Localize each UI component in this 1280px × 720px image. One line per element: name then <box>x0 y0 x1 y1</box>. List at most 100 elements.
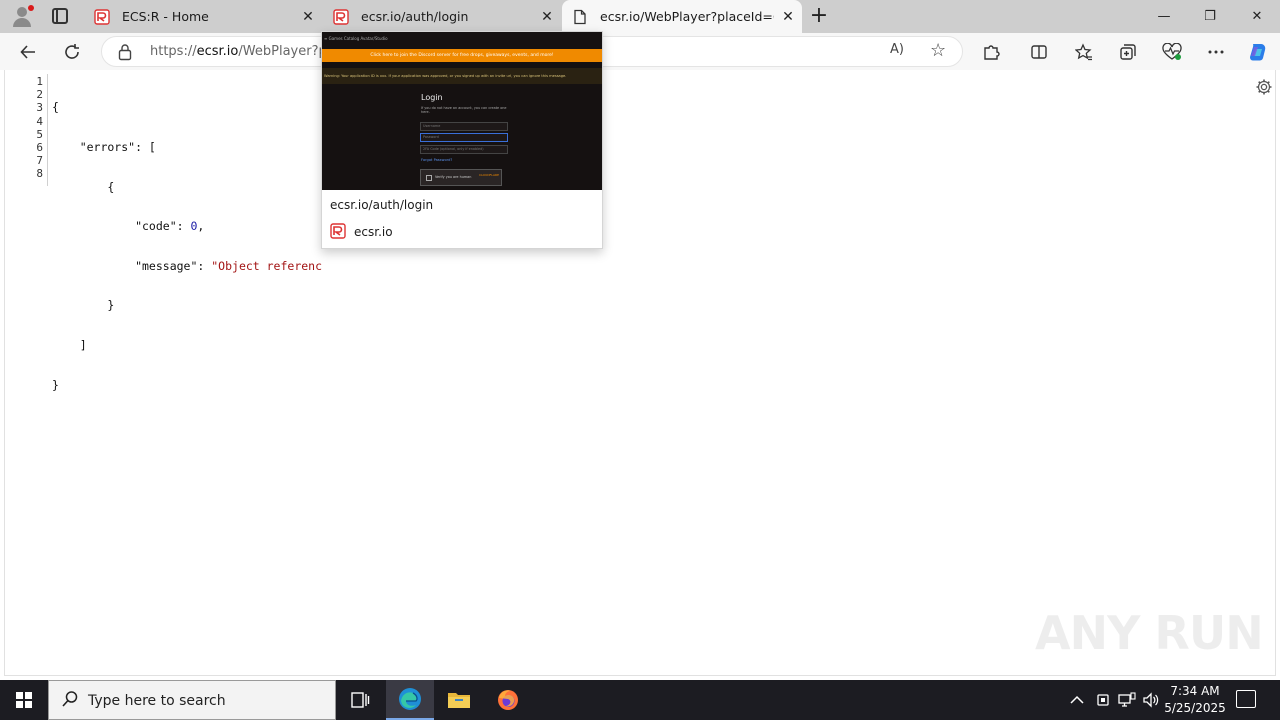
tab-hover-preview[interactable]: ≡ Games Catalog Avatar/Studio Click here… <box>321 31 603 249</box>
code-line: "code": 0, <box>52 219 205 234</box>
tray-volume-button[interactable] <box>1142 680 1160 720</box>
heartbeat-shield-icon <box>1162 43 1182 60</box>
gutter-divider <box>47 74 48 186</box>
folder-icon <box>448 693 470 708</box>
thumb-captcha-checkbox <box>426 175 432 181</box>
notification-center-icon[interactable] <box>1236 690 1256 708</box>
preview-title: ecsr.io/auth/login <box>330 198 434 212</box>
puzzle-extension-icon <box>984 45 1000 60</box>
device-icon <box>1097 694 1109 706</box>
edge-browser-icon <box>399 688 421 710</box>
code-line: } <box>52 377 59 392</box>
line-number: 6 <box>36 141 43 155</box>
thumb-login-title: Login <box>421 93 443 102</box>
page-document-icon <box>574 9 586 24</box>
split-screen-icon <box>1031 45 1047 59</box>
line-number: 3 <box>36 101 43 115</box>
refresh-icon <box>65 44 79 59</box>
task-view-button[interactable] <box>336 680 384 720</box>
ecsr-favicon-icon <box>94 8 110 25</box>
copilot-icon <box>1250 44 1266 61</box>
search-icon <box>62 691 78 707</box>
window-minimize-button[interactable]: — <box>1141 0 1187 33</box>
windows-taskbar: Type here to search 7:34 AM 5/25/2025 <box>0 680 1280 720</box>
volume-icon <box>1143 692 1159 708</box>
task-view-icon <box>351 692 370 708</box>
message-value: "Object referenc <box>211 258 323 273</box>
thumb-2fa-field: 2FA Code (optional, only if enabled) <box>420 145 508 154</box>
page-content: 1 2 3 4 5 6 7 8 { "errors": [ { "code": … <box>4 70 1276 676</box>
extensions-button[interactable] <box>977 38 1005 66</box>
tab-close-icon[interactable]: ✕ <box>294 3 322 31</box>
tray-network-button[interactable] <box>1118 680 1136 720</box>
chevron-up-icon <box>1070 695 1084 704</box>
profile-avatar-icon[interactable] <box>10 5 34 27</box>
start-button[interactable] <box>0 680 48 720</box>
collections-icon <box>1120 44 1136 60</box>
preview-domain: ecsr.io <box>354 225 393 239</box>
network-icon <box>1118 692 1136 707</box>
tab-strip: ECS:R - Home ✕ ecsr.io/auth/login ✕ ecsr… <box>0 0 1280 33</box>
taskbar-edge-button[interactable] <box>386 680 434 720</box>
lock-icon[interactable] <box>118 43 132 61</box>
line-number: 7 <box>36 154 43 168</box>
back-arrow-icon <box>20 45 35 59</box>
tab-close-icon[interactable]: ✕ <box>533 3 561 31</box>
show-hidden-icons-button[interactable] <box>1070 680 1084 720</box>
notification-dot-icon <box>28 5 34 11</box>
clock-date: 5/25/2025 <box>1164 701 1226 715</box>
taskbar-file-explorer-button[interactable] <box>435 680 483 720</box>
back-button[interactable] <box>14 38 42 66</box>
favorite-star-icon[interactable]: ☆ <box>930 40 946 61</box>
browser-essentials-button[interactable] <box>1158 38 1186 66</box>
tray-device-button[interactable] <box>1095 680 1111 720</box>
thumb-warning: Warning: Your application ID is xxx. If … <box>322 68 602 84</box>
thumb-nav: ≡ Games Catalog Avatar/Studio <box>324 36 388 41</box>
taskbar-search-box[interactable]: Type here to search <box>48 680 336 720</box>
collections-button[interactable] <box>1114 38 1142 66</box>
read-aloud-icon[interactable]: A) <box>890 42 904 57</box>
thumb-forgot-password: Forgot Password? <box>421 158 453 162</box>
tab-label: ecsr.io/auth/login <box>361 9 469 24</box>
window-close-button[interactable]: ✕ <box>1234 0 1280 33</box>
tab-ecsr-home[interactable]: ECS:R - Home ✕ <box>84 0 322 33</box>
thumb-captcha-label: Verify you are human <box>435 175 472 179</box>
line-number-gutter: 1 2 3 4 5 6 7 8 <box>5 75 43 181</box>
thumb-password-field: Password <box>420 133 508 142</box>
code-line: "message": "Object referenc <box>52 258 323 273</box>
more-dots-icon <box>1208 50 1224 54</box>
ecsr-favicon-icon <box>333 8 349 25</box>
line-number: 2 <box>36 88 43 102</box>
code-line: { <box>52 100 59 115</box>
code-line: "errors": [ <box>52 140 156 155</box>
taskbar-firefox-button[interactable] <box>484 680 532 720</box>
refresh-button[interactable] <box>58 38 86 66</box>
anyrun-watermark: ANY RUN <box>1035 606 1264 660</box>
favorites-button[interactable] <box>1070 38 1098 66</box>
ecsr-favicon-icon <box>330 223 346 239</box>
clock-time: 7:34 AM <box>1170 684 1220 698</box>
thumb-captcha: Verify you are human CLOUDFLARE <box>420 169 502 186</box>
browser-toolbar: https://ecsr.io/WebPlayer?pla A) ☆ <box>0 33 1280 70</box>
thumb-cloudflare-logo: CLOUDFLARE <box>479 173 500 177</box>
window-restore-button[interactable]: ❐ <box>1187 0 1233 33</box>
address-url[interactable]: https://ecsr.io/WebPlayer?pla <box>150 44 338 59</box>
code-line: { <box>52 179 115 194</box>
firefox-icon <box>498 690 518 710</box>
settings-more-button[interactable] <box>1202 38 1230 66</box>
tab-ecsr-login[interactable]: ecsr.io/auth/login ✕ <box>323 0 561 33</box>
copilot-button[interactable] <box>1244 38 1272 66</box>
line-number: 5 <box>36 127 43 141</box>
tab-close-icon[interactable]: ✕ <box>774 3 802 31</box>
viewer-settings-gear-icon[interactable] <box>1255 78 1273 96</box>
new-tab-button[interactable]: + <box>806 4 832 30</box>
search-placeholder: Type here to search <box>88 693 226 709</box>
taskbar-clock[interactable]: 7:34 AM 5/25/2025 <box>1160 683 1230 717</box>
tab-actions-menu-icon[interactable] <box>52 8 68 24</box>
split-screen-button[interactable] <box>1025 38 1053 66</box>
line-number: 1 <box>36 75 43 88</box>
line-number: 4 <box>36 114 43 128</box>
tab-webplayer-active[interactable]: ecsr.io/WebPlayer?placeId=68 ✕ <box>562 0 802 33</box>
json-code[interactable]: { "errors": [ { "code": 0, "message": "O… <box>52 75 322 418</box>
thumb-discord-banner: Click here to join the Discord server fo… <box>322 49 602 62</box>
